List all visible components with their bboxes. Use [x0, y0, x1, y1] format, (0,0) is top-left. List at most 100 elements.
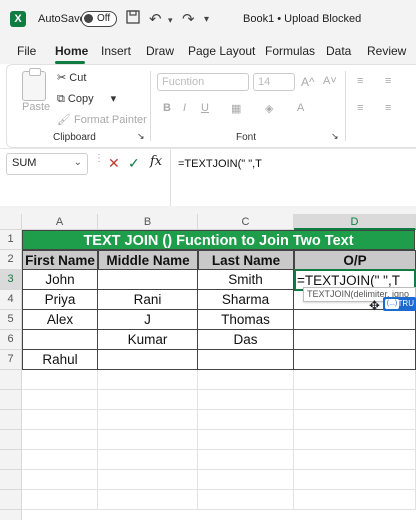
tab-file[interactable]: File: [17, 44, 36, 58]
grid-cell[interactable]: [98, 490, 198, 510]
row-header-13[interactable]: [0, 470, 22, 490]
font-name-select[interactable]: Fucntion: [157, 73, 249, 91]
underline-icon[interactable]: U: [201, 102, 209, 114]
enter-icon[interactable]: ✓: [128, 155, 140, 172]
select-all-corner[interactable]: [0, 214, 22, 230]
font-color-icon[interactable]: A: [297, 102, 304, 114]
row-header-6[interactable]: 6: [0, 330, 22, 350]
copy-button[interactable]: ⧉ Copy ▾: [57, 92, 116, 106]
row-header-12[interactable]: [0, 450, 22, 470]
clipboard-launcher-icon[interactable]: ↘: [137, 131, 145, 142]
cut-button[interactable]: ✂ Cut: [57, 71, 86, 84]
customize-icon[interactable]: ▾: [204, 14, 209, 25]
align-center-icon[interactable]: ≡: [385, 102, 391, 114]
row-header-7[interactable]: 7: [0, 350, 22, 370]
tab-insert[interactable]: Insert: [101, 44, 131, 58]
paste-icon[interactable]: [22, 68, 46, 101]
grid-cell[interactable]: [198, 470, 294, 490]
tab-page-layout[interactable]: Page Layout: [188, 44, 255, 58]
grid-cell[interactable]: [198, 370, 294, 390]
row-header-9[interactable]: [0, 390, 22, 410]
table-cell[interactable]: Kumar: [98, 330, 198, 350]
align-left-icon[interactable]: ≡: [357, 102, 363, 114]
header-middle-name[interactable]: Middle Name: [98, 250, 198, 270]
align-middle-icon[interactable]: ≡: [385, 75, 391, 87]
table-cell[interactable]: [22, 330, 98, 350]
grid-cell[interactable]: [198, 490, 294, 510]
undo-dropdown-icon[interactable]: ▾: [168, 15, 173, 26]
font-launcher-icon[interactable]: ↘: [331, 131, 339, 142]
save-icon[interactable]: [126, 10, 140, 28]
row-header-4[interactable]: 4: [0, 290, 22, 310]
table-cell[interactable]: [294, 350, 416, 370]
sheet-title-cell[interactable]: TEXT JOIN () Fucntion to Join Two Text: [22, 230, 415, 250]
grid-cell[interactable]: [198, 430, 294, 450]
grid-cell[interactable]: [294, 390, 416, 410]
column-header-c[interactable]: C: [198, 214, 294, 230]
grid-cell[interactable]: [294, 490, 416, 510]
column-header-d[interactable]: D: [294, 214, 416, 230]
table-cell[interactable]: John: [22, 270, 98, 290]
paste-button[interactable]: Paste: [22, 101, 50, 113]
grid-cell[interactable]: [22, 390, 98, 410]
table-cell[interactable]: [294, 310, 416, 330]
borders-icon[interactable]: ▦: [231, 102, 241, 115]
table-cell[interactable]: Sharma: [198, 290, 294, 310]
header-last-name[interactable]: Last Name: [198, 250, 294, 270]
align-top-icon[interactable]: ≡: [357, 75, 363, 87]
formula-input[interactable]: =TEXTJOIN(" ",T: [170, 149, 416, 207]
row-header-8[interactable]: [0, 370, 22, 390]
table-cell[interactable]: Smith: [198, 270, 294, 290]
table-cell[interactable]: [98, 270, 198, 290]
format-painter-button[interactable]: 🖌 Format Painter: [57, 113, 147, 126]
grid-cell[interactable]: [22, 450, 98, 470]
grid-cell[interactable]: [98, 370, 198, 390]
grow-font-icon[interactable]: A^: [301, 75, 315, 89]
row-header-5[interactable]: 5: [0, 310, 22, 330]
undo-icon[interactable]: ↶: [149, 10, 162, 28]
grid-cell[interactable]: [198, 410, 294, 430]
italic-icon[interactable]: I: [183, 102, 186, 114]
row-header-3[interactable]: 3: [0, 270, 22, 290]
tab-formulas[interactable]: Formulas: [265, 44, 315, 58]
grid-cell[interactable]: [22, 410, 98, 430]
table-cell[interactable]: Rani: [98, 290, 198, 310]
grid-cell[interactable]: [98, 450, 198, 470]
grid-cell[interactable]: [294, 430, 416, 450]
table-cell[interactable]: Rahul: [22, 350, 98, 370]
grid-cell[interactable]: [98, 410, 198, 430]
copy-dropdown-icon[interactable]: ▾: [111, 93, 117, 105]
table-cell[interactable]: [294, 330, 416, 350]
bold-icon[interactable]: B: [163, 102, 171, 114]
tab-draw[interactable]: Draw: [146, 44, 174, 58]
redo-icon[interactable]: ↷: [182, 10, 195, 28]
row-header-14[interactable]: [0, 490, 22, 510]
tab-data[interactable]: Data: [326, 44, 351, 58]
grid-cell[interactable]: [22, 430, 98, 450]
grid-cell[interactable]: [22, 470, 98, 490]
row-header-10[interactable]: [0, 410, 22, 430]
table-cell[interactable]: [198, 350, 294, 370]
table-cell[interactable]: Alex: [22, 310, 98, 330]
table-cell[interactable]: Priya: [22, 290, 98, 310]
autosave-toggle[interactable]: Off: [81, 11, 117, 27]
table-cell[interactable]: [98, 350, 198, 370]
grid-cell[interactable]: [294, 410, 416, 430]
header-first-name[interactable]: First Name: [22, 250, 98, 270]
table-cell[interactable]: Thomas: [198, 310, 294, 330]
font-size-select[interactable]: 14: [253, 73, 295, 91]
row-header-15[interactable]: [0, 510, 22, 520]
grid-cell[interactable]: [198, 450, 294, 470]
grid-cell[interactable]: [294, 370, 416, 390]
name-box[interactable]: SUM ⌄: [6, 153, 88, 175]
grid-cell[interactable]: [98, 390, 198, 410]
tab-home[interactable]: Home: [55, 44, 88, 58]
chevron-down-icon[interactable]: ⌄: [74, 157, 82, 168]
fill-color-icon[interactable]: ◈: [265, 102, 273, 115]
tab-review[interactable]: Review: [367, 44, 406, 58]
grid-cell[interactable]: [22, 490, 98, 510]
grid-cell[interactable]: [198, 390, 294, 410]
shrink-font-icon[interactable]: A˅: [323, 75, 337, 87]
table-cell[interactable]: J: [98, 310, 198, 330]
table-cell[interactable]: Das: [198, 330, 294, 350]
